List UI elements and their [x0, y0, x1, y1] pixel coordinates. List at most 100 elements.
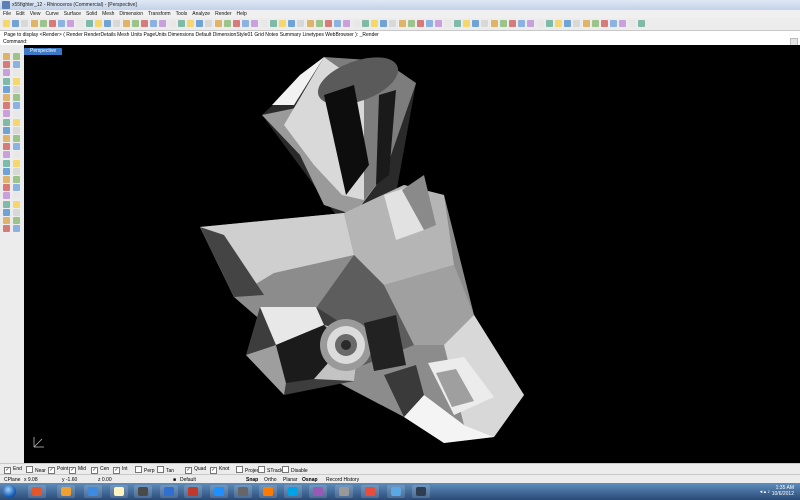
toolbar-button-icon[interactable] — [361, 20, 369, 27]
tool-button-icon[interactable] — [3, 118, 10, 126]
toolbar-button-icon[interactable] — [398, 20, 406, 27]
taskbar-clock[interactable]: 1:35 AM 10/6/2012 — [772, 485, 794, 497]
tool-button-icon[interactable] — [13, 167, 20, 175]
toolbar-button-icon[interactable] — [3, 20, 10, 27]
toolbar-button-icon[interactable] — [233, 20, 240, 27]
tool-button-icon[interactable] — [3, 77, 10, 85]
toolbar-button-icon[interactable] — [610, 20, 618, 27]
toolbar-button-icon[interactable] — [177, 20, 185, 27]
osnap-quad[interactable]: ✓ Quad — [185, 466, 206, 474]
toolbar-button-icon[interactable] — [481, 20, 489, 27]
start-button[interactable] — [3, 485, 16, 498]
toolbar-button-icon[interactable] — [389, 20, 397, 27]
tool-button-icon[interactable] — [13, 135, 20, 142]
menu-curve[interactable]: Curve — [42, 10, 60, 17]
toolbar-button-icon[interactable] — [113, 20, 121, 27]
taskbar-app-button[interactable] — [412, 485, 430, 498]
tool-button-icon[interactable] — [13, 159, 20, 167]
osnap-checkbox[interactable]: ✓ — [91, 467, 98, 474]
tool-button-icon[interactable] — [13, 143, 20, 151]
toolbar-button-icon[interactable] — [490, 20, 498, 27]
toolbar-button-icon[interactable] — [555, 20, 562, 27]
tool-button-icon[interactable] — [13, 184, 20, 192]
toolbar-button-icon[interactable] — [380, 20, 388, 27]
tool-button-icon[interactable] — [3, 110, 10, 118]
menu-tools[interactable]: Tools — [173, 10, 190, 17]
tool-button-icon[interactable] — [13, 192, 20, 200]
osnap-project[interactable]: Project — [236, 466, 261, 474]
perspective-viewport[interactable] — [24, 45, 800, 463]
toolbar-button-icon[interactable] — [39, 20, 47, 27]
toolbar-button-icon[interactable] — [343, 20, 351, 27]
osnap-perp[interactable]: Perp — [135, 466, 155, 474]
osnap-knot[interactable]: ✓ Knot — [210, 466, 229, 474]
rhino-app-icon[interactable] — [2, 1, 10, 9]
osnap-end[interactable]: ✓ End — [4, 466, 22, 474]
toolbar-button-icon[interactable] — [242, 20, 250, 27]
toolbar-button-icon[interactable] — [214, 20, 222, 27]
toolbar-button-icon[interactable] — [85, 20, 93, 27]
tool-button-icon[interactable] — [3, 126, 10, 134]
toolbar-button-icon[interactable] — [251, 20, 259, 27]
tool-button-icon[interactable] — [3, 53, 10, 60]
taskbar-app-button[interactable] — [387, 485, 405, 498]
tool-button-icon[interactable] — [13, 200, 20, 208]
menu-surface[interactable]: Surface — [61, 10, 83, 17]
tool-button-icon[interactable] — [3, 135, 10, 142]
tool-button-icon[interactable] — [13, 217, 20, 224]
toolbar-button-icon[interactable] — [509, 20, 516, 27]
toolbar-button-icon[interactable] — [472, 20, 480, 27]
toolbar-button-icon[interactable] — [407, 20, 415, 27]
toolbar-button-icon[interactable] — [131, 20, 139, 27]
taskbar-app-button[interactable] — [84, 485, 102, 498]
tool-button-icon[interactable] — [13, 94, 20, 101]
menu-transform[interactable]: Transform — [145, 10, 173, 17]
toolbar-button-icon[interactable] — [288, 20, 296, 27]
toolbar-button-icon[interactable] — [334, 20, 342, 27]
toolbar-button-icon[interactable] — [95, 20, 102, 27]
tool-button-icon[interactable] — [3, 184, 10, 192]
toolbar-button-icon[interactable] — [564, 20, 572, 27]
toolbar-button-icon[interactable] — [297, 20, 305, 27]
tool-button-icon[interactable] — [13, 110, 20, 118]
taskbar-app-button[interactable] — [184, 485, 202, 498]
taskbar-app-button[interactable] — [361, 485, 379, 498]
toolbar-button-icon[interactable] — [527, 20, 535, 27]
tool-button-icon[interactable] — [13, 208, 20, 216]
osnap-int[interactable]: ✓ Int — [113, 466, 128, 474]
taskbar-app-button[interactable] — [259, 485, 277, 498]
menu-solid[interactable]: Solid — [83, 10, 99, 17]
tool-button-icon[interactable] — [3, 94, 10, 101]
toolbar-button-icon[interactable] — [463, 20, 470, 27]
osnap-disable[interactable]: Disable — [282, 466, 308, 474]
taskbar-app-button[interactable] — [210, 485, 228, 498]
tool-button-icon[interactable] — [13, 126, 20, 134]
toolbar-button-icon[interactable] — [196, 20, 204, 27]
toolbar-button-icon[interactable] — [141, 20, 148, 27]
toolbar-button-icon[interactable] — [104, 20, 112, 27]
menu-file[interactable]: File — [0, 10, 13, 17]
osnap-checkbox[interactable]: ✓ — [113, 467, 120, 474]
osnap-checkbox[interactable]: ✓ — [48, 467, 55, 474]
toolbar-button-icon[interactable] — [279, 20, 286, 27]
toolbar-button-icon[interactable] — [352, 20, 360, 27]
toolbar-button-icon[interactable] — [67, 20, 75, 27]
menu-mesh[interactable]: Mesh — [99, 10, 116, 17]
osnap-point[interactable]: ✓ Point — [48, 466, 68, 474]
osnap-mid[interactable]: ✓ Mid — [69, 466, 86, 474]
toolbar-button-icon[interactable] — [150, 20, 158, 27]
toolbar-button-icon[interactable] — [591, 20, 599, 27]
tool-button-icon[interactable] — [13, 118, 20, 126]
osnap-checkbox[interactable] — [282, 466, 289, 473]
menu-dimension[interactable]: Dimension — [116, 10, 145, 17]
toolbar-button-icon[interactable] — [325, 20, 332, 27]
toolbar-button-icon[interactable] — [637, 20, 645, 27]
osnap-checkbox[interactable]: ✓ — [4, 467, 11, 474]
osnap-tan[interactable]: Tan — [157, 466, 174, 474]
tool-button-icon[interactable] — [3, 69, 10, 77]
tool-button-icon[interactable] — [3, 167, 10, 175]
taskbar-app-button[interactable] — [284, 485, 302, 498]
tool-button-icon[interactable] — [3, 85, 10, 93]
toolbar-button-icon[interactable] — [499, 20, 507, 27]
osnap-checkbox[interactable] — [236, 466, 243, 473]
